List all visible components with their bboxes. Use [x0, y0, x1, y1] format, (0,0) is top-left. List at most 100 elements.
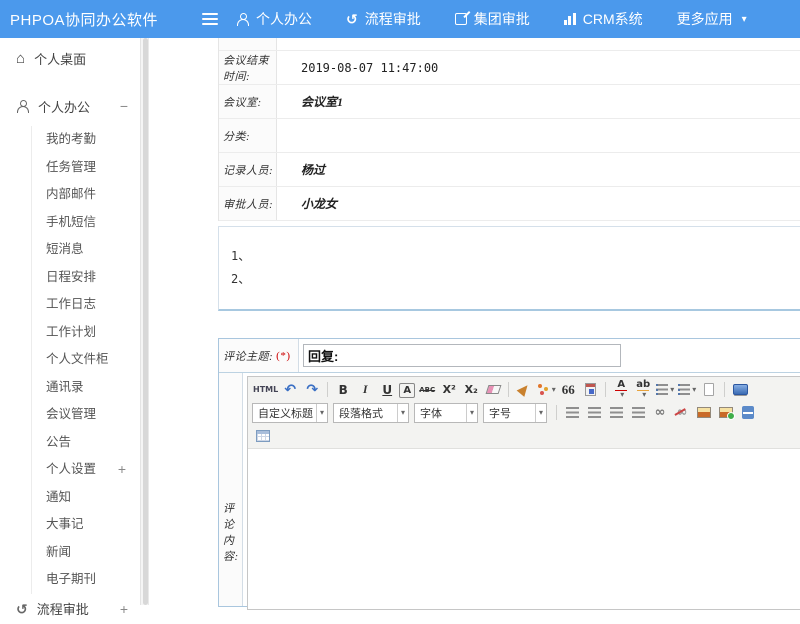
- blockquote-icon[interactable]: 66: [558, 380, 578, 399]
- custom-heading-select[interactable]: 自定义标题 ▾: [252, 403, 328, 423]
- sidebar-item-work-plan[interactable]: 工作计划: [32, 319, 140, 347]
- sidebar-item-announcement[interactable]: 公告: [32, 429, 140, 457]
- sidebar-item-e-journal[interactable]: 电子期刊: [32, 566, 140, 594]
- redo-icon[interactable]: ↷: [302, 380, 322, 399]
- font-border-icon[interactable]: A: [399, 383, 415, 398]
- comment-content-label-cell: 评论内容:: [219, 373, 243, 606]
- sidebar-item-file-cabinet[interactable]: 个人文件柜: [32, 346, 140, 374]
- align-right-icon[interactable]: [606, 403, 626, 422]
- font-color-icon[interactable]: A▾: [611, 380, 631, 399]
- upload-image-icon[interactable]: [716, 403, 736, 422]
- paragraph-format-select[interactable]: 段落格式 ▾: [333, 403, 409, 423]
- sidebar-item-attendance[interactable]: 我的考勤: [32, 126, 140, 154]
- highlight-color-icon[interactable]: ab▾: [633, 380, 653, 399]
- nav-group-approval[interactable]: 集团审批: [455, 9, 530, 29]
- html-source-button[interactable]: HTML: [253, 380, 278, 399]
- nav-workflow-approval[interactable]: ↺ 流程审批: [346, 9, 421, 29]
- sidebar-item-notification[interactable]: 通知: [32, 484, 140, 512]
- history-icon: ↺: [346, 12, 358, 26]
- font-size-select[interactable]: 字号 ▾: [483, 403, 547, 423]
- table-row-end-time: 会议结束时间: 2019-08-07 11:47:00: [219, 51, 800, 85]
- comment-subject-input[interactable]: [303, 344, 621, 367]
- chart-icon: [564, 13, 576, 25]
- caret-down-icon: ▾: [397, 404, 405, 422]
- format-brush-icon[interactable]: [514, 380, 534, 399]
- align-left-icon[interactable]: [562, 403, 582, 422]
- sidebar-item-meeting-management[interactable]: 会议管理: [32, 401, 140, 429]
- comment-form-table: 评论主题: (*) 评论内容: HTML ↶ ↷: [218, 338, 800, 607]
- italic-icon[interactable]: I: [355, 380, 375, 399]
- table-row-category: 分类:: [219, 119, 800, 153]
- eraser-icon[interactable]: [483, 380, 503, 399]
- required-mark: (*): [276, 350, 290, 362]
- nav-more-apps[interactable]: 更多应用 ▾: [677, 9, 747, 29]
- sidebar-item-internal-mail[interactable]: 内部邮件: [32, 181, 140, 209]
- editor-content-area[interactable]: [248, 449, 800, 609]
- hamburger-menu-icon[interactable]: [202, 13, 218, 25]
- expand-icon[interactable]: +: [118, 456, 140, 484]
- comment-content-row: 评论内容: HTML ↶ ↷ B I U A: [219, 373, 800, 606]
- field-label: 评论主题:: [223, 348, 273, 364]
- superscript-icon[interactable]: X²: [439, 380, 459, 399]
- sidebar-item-short-message[interactable]: 短消息: [32, 236, 140, 264]
- sidebar-item-personal-settings[interactable]: 个人设置 +: [32, 456, 140, 484]
- sidebar-scrollbar[interactable]: [140, 38, 149, 605]
- sidebar-item-workflow-approval[interactable]: ↺ 流程审批 +: [0, 594, 140, 624]
- insert-link-icon[interactable]: ∞: [650, 403, 670, 422]
- toolbar-separator: [556, 405, 557, 420]
- field-value: 会议室1: [277, 85, 800, 118]
- ordered-list-icon[interactable]: ▾: [655, 380, 675, 399]
- field-label: 审批人员:: [219, 187, 277, 220]
- collapse-icon[interactable]: −: [120, 98, 128, 114]
- sidebar-item-personal-office[interactable]: 个人办公 −: [0, 86, 140, 126]
- sidebar-item-news[interactable]: 新闻: [32, 539, 140, 567]
- sidebar-item-major-events[interactable]: 大事记: [32, 511, 140, 539]
- nav-label: CRM系统: [583, 9, 643, 29]
- undo-icon[interactable]: ↶: [280, 380, 300, 399]
- meeting-content-box: 1、 2、: [218, 226, 800, 311]
- sidebar-item-task-management[interactable]: 任务管理: [32, 154, 140, 182]
- new-page-icon[interactable]: [699, 380, 719, 399]
- paste-icon[interactable]: [580, 380, 600, 399]
- sidebar-item-personal-desktop[interactable]: ⌂ 个人桌面: [0, 38, 140, 78]
- field-label: 会议室:: [219, 85, 277, 118]
- nav-crm-system[interactable]: CRM系统: [564, 9, 643, 29]
- expand-icon[interactable]: +: [120, 601, 128, 617]
- font-family-select[interactable]: 字体 ▾: [414, 403, 478, 423]
- field-value: [277, 119, 800, 152]
- sidebar-item-work-diary[interactable]: 工作日志: [32, 291, 140, 319]
- field-value: 2019-08-07 11:47:00: [277, 51, 800, 84]
- insert-image-icon[interactable]: [694, 403, 714, 422]
- rich-text-editor: HTML ↶ ↷ B I U A ABC X² X₂: [247, 376, 800, 610]
- sidebar-item-schedule[interactable]: 日程安排: [32, 264, 140, 292]
- user-icon: [236, 13, 249, 26]
- field-label: 会议结束时间:: [219, 51, 277, 84]
- toolbar-separator: [327, 382, 328, 397]
- toolbar-separator: [508, 382, 509, 397]
- insert-table-icon[interactable]: [253, 426, 273, 445]
- sidebar-item-contacts[interactable]: 通讯录: [32, 374, 140, 402]
- nav-personal-office[interactable]: 个人办公: [236, 9, 312, 29]
- sidebar-item-sms[interactable]: 手机短信: [32, 209, 140, 237]
- nav-label: 更多应用: [677, 9, 733, 29]
- field-value: 杨过: [277, 153, 800, 186]
- caret-down-icon: ▾: [742, 14, 747, 25]
- scrollbar-thumb[interactable]: [143, 38, 148, 605]
- underline-icon[interactable]: U: [377, 380, 397, 399]
- home-icon: ⌂: [16, 51, 25, 66]
- insert-media-icon[interactable]: [738, 403, 758, 422]
- align-justify-icon[interactable]: [628, 403, 648, 422]
- edit-icon: [455, 13, 467, 25]
- autoformat-icon[interactable]: ▾: [536, 380, 556, 399]
- align-center-icon[interactable]: [584, 403, 604, 422]
- fullscreen-icon[interactable]: [730, 380, 750, 399]
- toolbar-separator: [605, 382, 606, 397]
- bold-icon[interactable]: B: [333, 380, 353, 399]
- editor-toolbar-row-3: [252, 424, 800, 447]
- unordered-list-icon[interactable]: ▾: [677, 380, 697, 399]
- remove-link-icon[interactable]: ∞: [672, 403, 692, 422]
- main-nav: 个人办公 ↺ 流程审批 集团审批 CRM系统 更多应用 ▾: [236, 9, 747, 29]
- strikethrough-icon[interactable]: ABC: [417, 380, 437, 399]
- subscript-icon[interactable]: X₂: [461, 380, 481, 399]
- nav-label: 集团审批: [474, 9, 530, 29]
